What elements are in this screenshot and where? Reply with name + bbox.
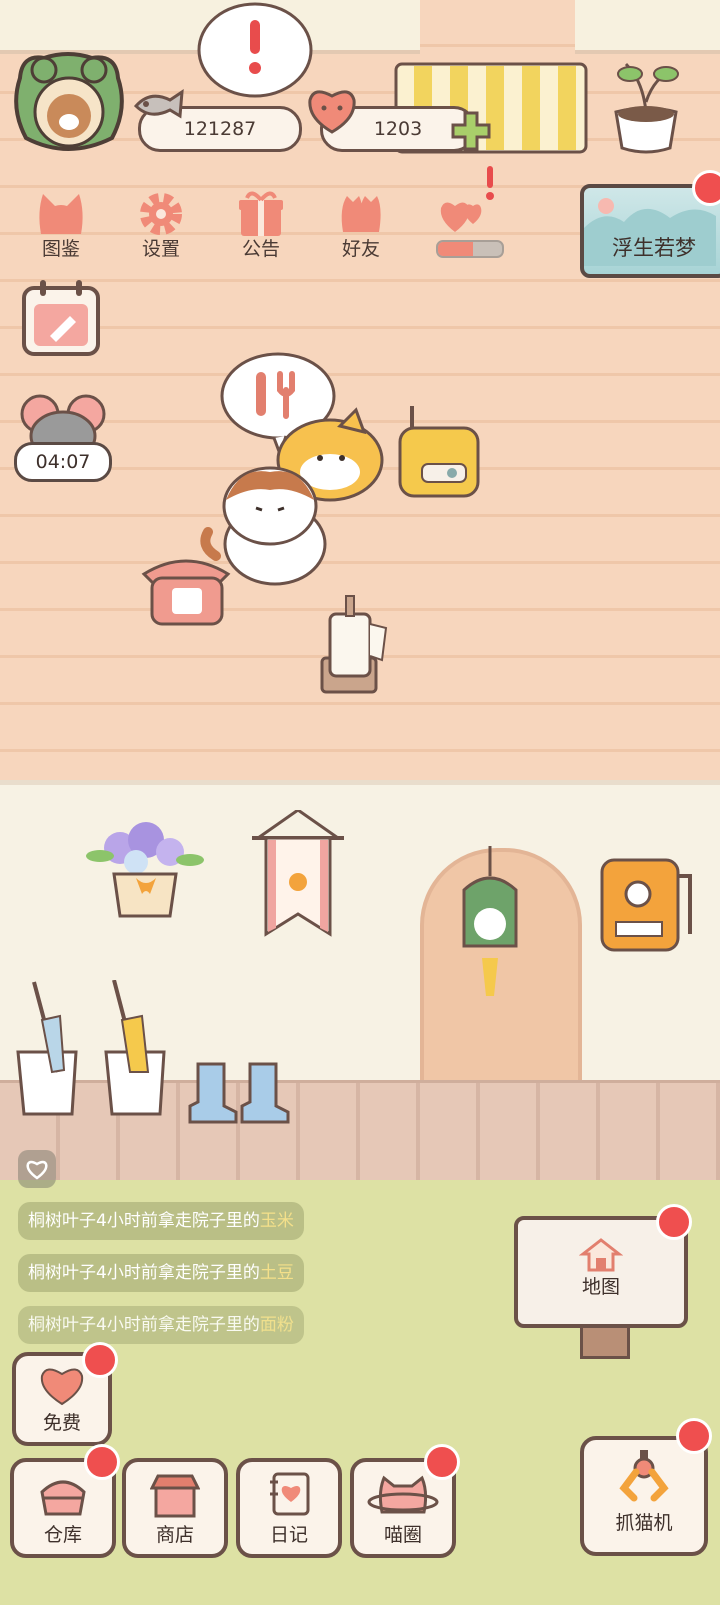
- frog-wind-chime[interactable]: [454, 846, 526, 1006]
- friends-icon: [341, 196, 381, 232]
- feed-toggle-button[interactable]: [18, 1150, 56, 1188]
- announcement-button[interactable]: 公告: [218, 184, 304, 274]
- heart-outline-icon: [26, 1160, 48, 1180]
- love-gift-button[interactable]: [420, 166, 506, 274]
- shop-button[interactable]: 商店: [122, 1458, 228, 1558]
- feed-message-text: 桐树叶子4小时前拿走院子里的: [28, 1211, 260, 1231]
- rain-boots[interactable]: [184, 1060, 294, 1128]
- notification-badge: [692, 170, 720, 206]
- diary-label: 日记: [269, 1524, 308, 1546]
- basket-icon: [40, 1480, 86, 1516]
- feed-message-text: 桐树叶子4小时前拿走院子里的: [28, 1263, 260, 1283]
- feed-message-item: 面粉: [259, 1315, 294, 1335]
- heart-face-icon: [40, 1368, 84, 1406]
- cat-circle-label: 喵圈: [383, 1524, 422, 1546]
- diary-icon: [270, 1472, 310, 1516]
- settings-button[interactable]: 设置: [118, 184, 204, 274]
- settings-label: 设置: [141, 238, 180, 260]
- gift-progress-bar: [436, 240, 504, 258]
- radio[interactable]: [392, 404, 484, 504]
- alert-bubble[interactable]: [190, 0, 320, 110]
- warehouse-label: 仓库: [43, 1524, 82, 1546]
- notification-badge: [84, 1444, 120, 1480]
- feed-message-text: 桐树叶子4小时前拿走院子里的: [28, 1315, 260, 1335]
- claw-machine-label: 抓猫机: [615, 1512, 673, 1534]
- heart-icon: [308, 90, 356, 134]
- notification-badge: [656, 1204, 692, 1240]
- umbrella-stands[interactable]: [14, 980, 174, 1120]
- cat-face-icon: [39, 194, 83, 234]
- claw-icon: [619, 1450, 669, 1502]
- map-button[interactable]: 地图: [514, 1204, 692, 1328]
- warehouse-button[interactable]: 仓库: [10, 1444, 120, 1558]
- dream-card[interactable]: 浮生若梦: [580, 170, 720, 278]
- dream-card-label: 浮生若梦: [612, 236, 696, 260]
- player-avatar[interactable]: [8, 48, 130, 160]
- feed-message-item: 土豆: [259, 1263, 294, 1283]
- gear-icon: [140, 193, 182, 235]
- paw-banner[interactable]: [250, 810, 346, 950]
- announcement-label: 公告: [241, 238, 280, 260]
- collection-button[interactable]: 图鉴: [18, 184, 104, 274]
- map-label: 地图: [581, 1276, 620, 1298]
- shop-label: 商店: [155, 1524, 194, 1546]
- claw-machine-button[interactable]: 抓猫机: [580, 1418, 712, 1556]
- notification-badge: [424, 1444, 460, 1480]
- window-sill-right: [575, 0, 720, 54]
- fish-coin-icon: [133, 89, 184, 119]
- cat-circle-button[interactable]: 喵圈: [350, 1444, 460, 1558]
- free-label: 免费: [42, 1412, 81, 1434]
- feed-message: 桐树叶子4小时前拿走院子里的玉米: [18, 1202, 304, 1240]
- friends-label: 好友: [341, 238, 380, 260]
- free-reward-button[interactable]: 免费: [12, 1342, 118, 1446]
- telephone[interactable]: [138, 548, 234, 630]
- gift-icon: [239, 191, 283, 236]
- exclamation-icon: [486, 166, 494, 200]
- house-icon: [579, 1238, 623, 1272]
- diary-button[interactable]: 日记: [236, 1458, 342, 1558]
- shop-icon: [150, 1474, 200, 1518]
- collection-label: 图鉴: [41, 238, 80, 260]
- notification-badge: [676, 1418, 712, 1454]
- calendar-button[interactable]: [20, 278, 102, 358]
- gift-progress-fill: [438, 242, 474, 256]
- feed-message: 桐树叶子4小时前拿走院子里的土豆: [18, 1254, 304, 1292]
- mailbox[interactable]: [598, 846, 694, 966]
- add-hearts-button[interactable]: [450, 110, 492, 152]
- feed-message-item: 玉米: [259, 1211, 294, 1231]
- paper-towel-holder[interactable]: [318, 594, 392, 698]
- friends-button[interactable]: 好友: [318, 184, 404, 274]
- cat-planet-icon: [367, 1475, 439, 1514]
- plant-pot[interactable]: [608, 52, 684, 156]
- flower-bouquet[interactable]: [80, 818, 210, 928]
- timer-countdown: 04:07: [14, 442, 112, 482]
- feed-message: 桐树叶子4小时前拿走院子里的面粉: [18, 1306, 304, 1344]
- notification-badge: [82, 1342, 118, 1378]
